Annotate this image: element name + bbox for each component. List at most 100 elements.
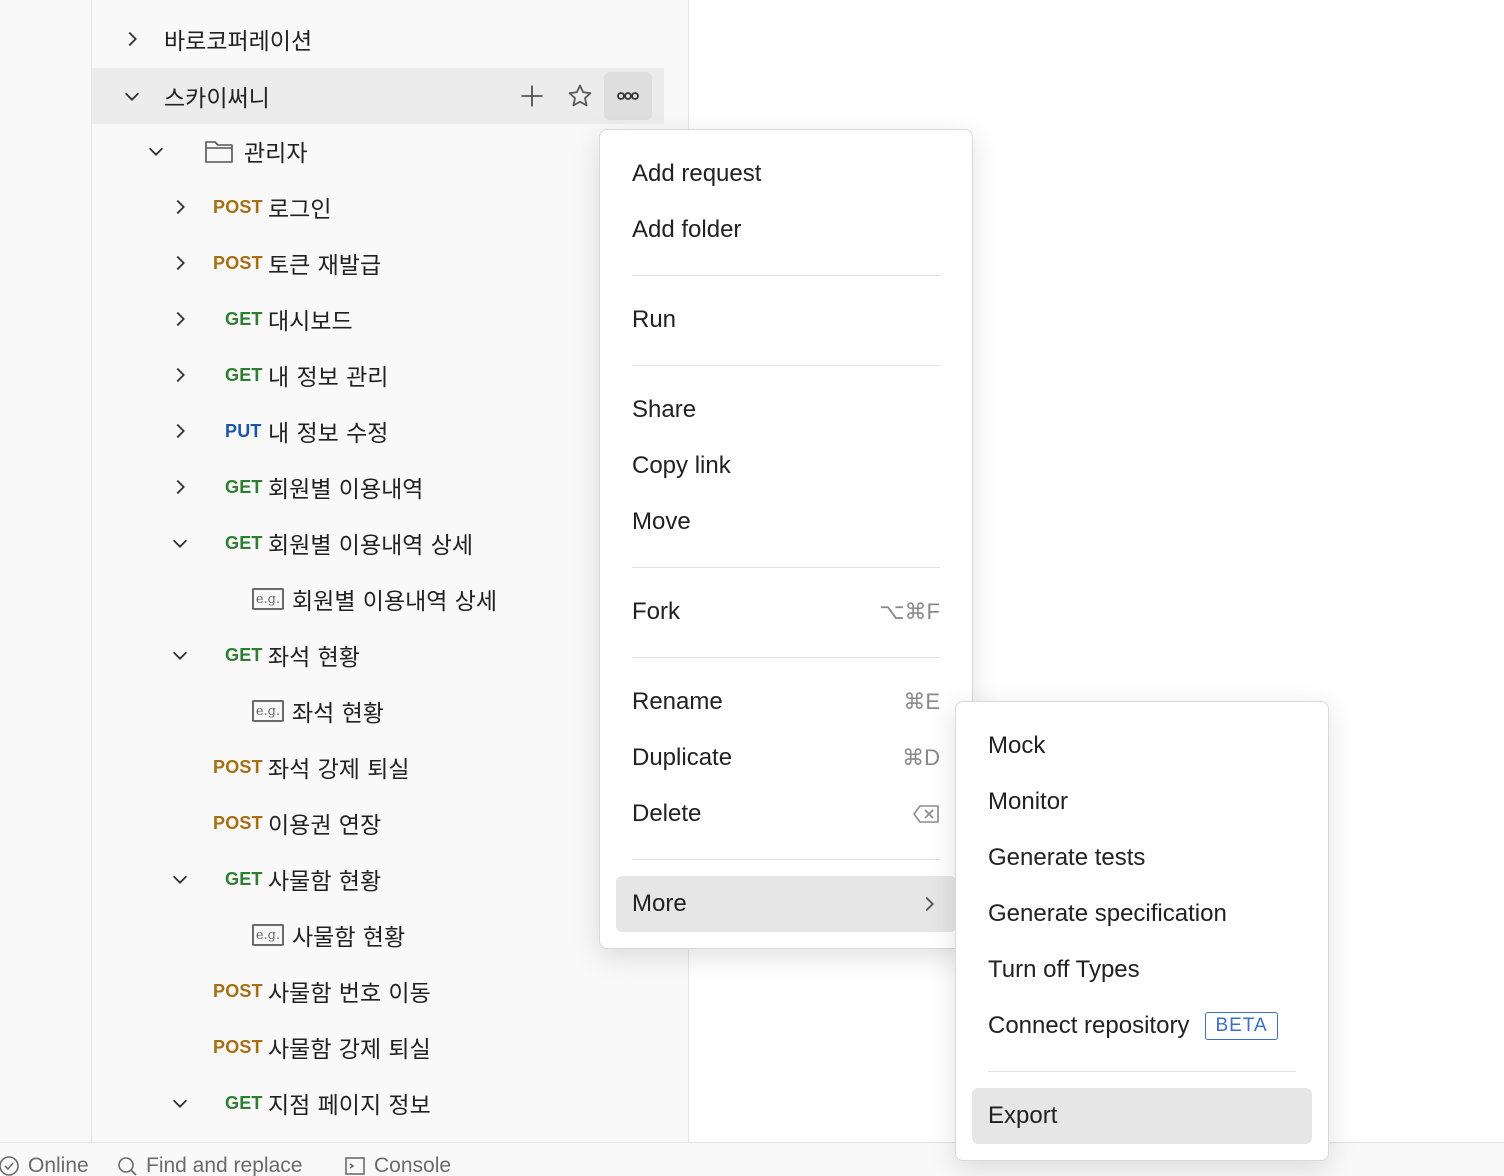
tree-row-label: 사물함 현황 <box>268 869 382 895</box>
tree-row-example[interactable]: e.g. 사물함 현황 <box>92 907 664 963</box>
chevron-down-icon[interactable] <box>164 627 196 683</box>
submenu-item-connect-repository[interactable]: Connect repository BETA <box>972 998 1312 1054</box>
tree-row-request[interactable]: GET 좌석 현황 <box>92 627 664 683</box>
menu-item-add-folder[interactable]: Add folder <box>616 202 956 258</box>
tree-row-request[interactable]: GET 회원별 이용내역 상세 <box>92 515 664 571</box>
submenu-item-generate-specification[interactable]: Generate specification <box>972 886 1312 942</box>
chevron-down-icon[interactable] <box>164 1075 196 1131</box>
tree-row-label: 좌석 현황 <box>292 701 384 727</box>
submenu-item-export[interactable]: Export <box>972 1088 1312 1144</box>
menu-item-delete[interactable]: Delete <box>616 786 956 842</box>
online-status[interactable]: Online <box>0 1154 89 1176</box>
shortcut-label: ⌥⌘F <box>879 599 940 624</box>
chevron-right-icon[interactable] <box>116 11 148 67</box>
tree-row-request[interactable]: POST 이용권 연장 <box>92 795 664 851</box>
chevron-down-icon[interactable] <box>116 68 148 124</box>
chevron-down-icon[interactable] <box>164 851 196 907</box>
tree-row-label: 회원별 이용내역 <box>268 477 424 503</box>
menu-item-fork[interactable]: Fork ⌥⌘F <box>616 584 956 640</box>
tree-row-collection-selected[interactable]: 스카이써니 <box>92 68 664 124</box>
menu-item-label: Share <box>632 396 697 423</box>
tree-row-label: 이용권 연장 <box>268 813 382 839</box>
menu-item-rename[interactable]: Rename ⌘E <box>616 674 956 730</box>
beta-badge: BETA <box>1205 1012 1278 1040</box>
method-badge: POST <box>213 252 263 273</box>
console-icon <box>345 1157 365 1175</box>
method-badge: PUT <box>225 420 262 441</box>
tree-row-request[interactable]: POST 사물함 강제 퇴실 <box>92 1019 664 1075</box>
example-icon: e.g. <box>252 700 284 722</box>
shortcut-label: ⌘D <box>902 745 940 770</box>
chevron-right-icon[interactable] <box>164 179 196 235</box>
app-left-strip <box>0 0 92 1142</box>
method-badge: GET <box>225 644 263 665</box>
tree-row-label: 내 정보 관리 <box>268 365 389 391</box>
submenu-item-generate-tests[interactable]: Generate tests <box>972 830 1312 886</box>
menu-item-move[interactable]: Move <box>616 494 956 550</box>
tree-row-request[interactable]: POST 사물함 번호 이동 <box>92 963 664 1019</box>
method-badge: POST <box>213 196 263 217</box>
method-badge: GET <box>225 308 263 329</box>
tree-row-label: 사물함 현황 <box>292 925 406 951</box>
chevron-right-icon <box>918 893 940 915</box>
menu-item-label: Export <box>988 1102 1058 1129</box>
method-badge: GET <box>225 868 263 889</box>
menu-separator <box>632 657 940 658</box>
submenu-item-monitor[interactable]: Monitor <box>972 774 1312 830</box>
find-replace-label: Find and replace <box>146 1154 303 1176</box>
tree-row-request[interactable]: POST 토큰 재발급 <box>92 235 664 291</box>
menu-item-label: Generate specification <box>988 900 1227 927</box>
method-badge: POST <box>213 812 263 833</box>
tree-row-label: 대시보드 <box>268 309 353 335</box>
star-icon[interactable] <box>556 72 604 120</box>
submenu-item-mock[interactable]: Mock <box>972 718 1312 774</box>
tree-row-request[interactable]: PUT 내 정보 수정 <box>92 403 664 459</box>
tree-row-request[interactable]: POST 좌석 강제 퇴실 <box>92 739 664 795</box>
tree-row-request[interactable]: GET 사물함 현황 <box>92 851 664 907</box>
menu-item-more[interactable]: More <box>616 876 956 932</box>
menu-item-add-request[interactable]: Add request <box>616 146 956 202</box>
menu-item-label: Add request <box>632 160 762 187</box>
menu-item-label: Copy link <box>632 452 731 479</box>
tree-row-request[interactable]: POST 로그인 <box>92 179 664 235</box>
tree-row-example[interactable]: e.g. 회원별 이용내역 상세 <box>92 571 664 627</box>
submenu-item-turn-off-types[interactable]: Turn off Types <box>972 942 1312 998</box>
console-button[interactable]: Console <box>344 1154 451 1176</box>
tree-row-label: 로그인 <box>268 197 332 223</box>
menu-item-run[interactable]: Run <box>616 292 956 348</box>
tree-row-request[interactable]: GET 대시보드 <box>92 291 664 347</box>
search-icon <box>118 1157 137 1176</box>
add-icon[interactable] <box>508 72 556 120</box>
method-badge: GET <box>225 364 263 385</box>
backspace-icon <box>912 804 940 824</box>
chevron-down-icon[interactable] <box>140 123 172 179</box>
menu-item-label: Run <box>632 306 677 333</box>
chevron-right-icon[interactable] <box>164 403 196 459</box>
menu-item-copy-link[interactable]: Copy link <box>616 438 956 494</box>
chevron-right-icon[interactable] <box>164 459 196 515</box>
chevron-right-icon[interactable] <box>164 235 196 291</box>
tree-row-folder[interactable]: 관리자 <box>92 123 664 179</box>
tree-row-label: 좌석 현황 <box>268 645 360 671</box>
tree-row-label: 스카이써니 <box>164 86 270 112</box>
shortcut-label: ⌘E <box>903 689 940 714</box>
tree-row-request[interactable]: GET 내 정보 관리 <box>92 347 664 403</box>
chevron-right-icon[interactable] <box>164 347 196 403</box>
menu-separator <box>632 365 940 366</box>
menu-item-share[interactable]: Share <box>616 382 956 438</box>
find-replace-button[interactable]: Find and replace <box>116 1154 302 1176</box>
chevron-down-icon[interactable] <box>164 515 196 571</box>
menu-separator <box>632 859 940 860</box>
menu-item-label: Delete <box>632 800 702 827</box>
tree-row-request[interactable]: GET 지점 페이지 정보 <box>92 1075 664 1131</box>
tree-row-collection[interactable]: 바로코퍼레이션 <box>92 11 664 67</box>
more-options-icon[interactable] <box>604 72 652 120</box>
method-badge: GET <box>225 532 263 553</box>
menu-item-duplicate[interactable]: Duplicate ⌘D <box>616 730 956 786</box>
chevron-right-icon[interactable] <box>164 291 196 347</box>
tree-row-example[interactable]: e.g. 좌석 현황 <box>92 683 664 739</box>
menu-separator <box>632 275 940 276</box>
menu-item-label: Connect repository <box>988 1012 1190 1039</box>
menu-item-label: Fork <box>632 598 680 625</box>
tree-row-request[interactable]: GET 회원별 이용내역 <box>92 459 664 515</box>
